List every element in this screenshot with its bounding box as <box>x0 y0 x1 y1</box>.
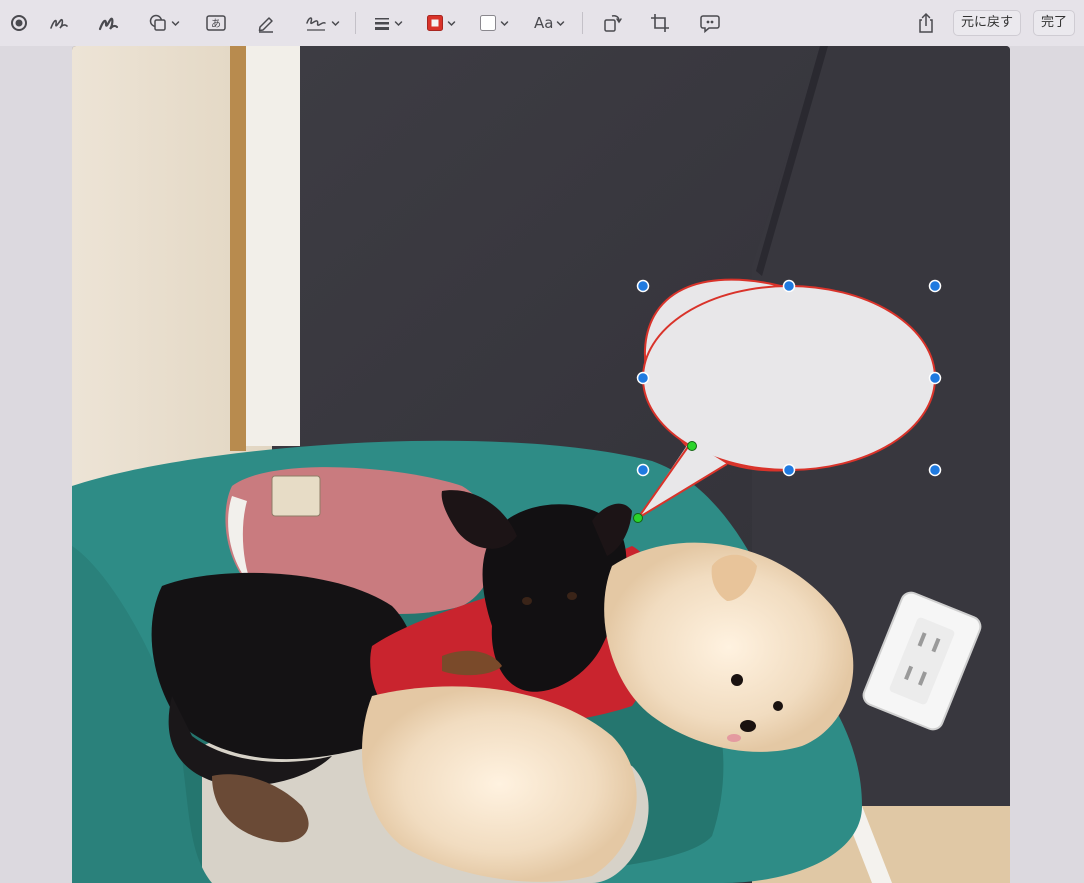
speech-bubble-icon <box>700 15 720 34</box>
tail-control-handle[interactable] <box>687 441 697 451</box>
crop-icon <box>651 14 669 32</box>
pomeranian-nose <box>740 720 756 732</box>
selection-handle-left[interactable] <box>636 371 650 385</box>
rotate-button[interactable] <box>601 8 623 38</box>
selection-handle-bottom-left[interactable] <box>636 463 650 477</box>
selection-handle-top-left[interactable] <box>636 279 650 293</box>
annotate-bubble-button[interactable] <box>699 8 721 38</box>
sweater-patch <box>271 475 321 517</box>
chevron-down-icon <box>394 20 403 26</box>
rotate-icon <box>604 15 622 32</box>
door-trim-wood <box>230 46 246 451</box>
share-button[interactable] <box>916 8 936 38</box>
chevron-down-icon <box>331 20 340 26</box>
share-icon <box>919 12 933 33</box>
pen-icon <box>258 17 273 33</box>
text-style-label: Aa <box>534 14 554 32</box>
undo-button[interactable]: 元に戻す <box>953 10 1022 36</box>
crop-button[interactable] <box>649 8 671 38</box>
image-canvas[interactable] <box>72 46 1010 883</box>
toolbar-separator <box>355 12 356 34</box>
door-trim-white <box>246 46 300 446</box>
fill-color-swatch-icon <box>480 15 496 31</box>
border-color-menu-button[interactable] <box>426 8 456 38</box>
chevron-down-icon <box>447 20 456 26</box>
black-dog-eye-right <box>567 592 577 600</box>
shapes-icon <box>149 14 166 31</box>
signature-menu-button[interactable] <box>304 8 340 38</box>
text-box-icon: あ <box>206 15 226 31</box>
selection-handle-top[interactable] <box>782 279 796 293</box>
line-style-menu-button[interactable] <box>373 8 403 38</box>
selection-handle-bottom[interactable] <box>782 463 796 477</box>
chevron-down-icon <box>171 20 180 26</box>
line-weight-icon <box>375 18 389 30</box>
fill-color-menu-button[interactable] <box>479 8 509 38</box>
markup-toolbar: あ Aa 元に戻す 完了 <box>0 0 1084 46</box>
record-button[interactable] <box>10 8 28 38</box>
shapes-menu-button[interactable] <box>148 8 180 38</box>
draw-icon <box>98 17 119 31</box>
chevron-down-icon <box>500 20 509 26</box>
draw-tool-button[interactable] <box>97 8 119 38</box>
selection-handle-bottom-right[interactable] <box>928 463 942 477</box>
speech-bubble-body <box>642 285 936 471</box>
record-icon <box>11 15 27 31</box>
chevron-down-icon <box>557 20 565 26</box>
sketch-tool-button[interactable] <box>48 8 70 38</box>
pomeranian-eye-right <box>773 701 783 711</box>
photo <box>72 46 1010 883</box>
sketch-icon <box>50 18 68 29</box>
selection-handle-right[interactable] <box>928 371 942 385</box>
text-style-menu-button[interactable]: Aa <box>534 8 565 38</box>
tail-tip-handle[interactable] <box>633 513 643 523</box>
text-tool-glyph: あ <box>211 18 221 30</box>
toolbar-separator <box>582 12 583 34</box>
selection-handle-top-right[interactable] <box>928 279 942 293</box>
text-tool-button[interactable]: あ <box>205 8 227 38</box>
done-button[interactable]: 完了 <box>1033 10 1076 36</box>
pomeranian-eye-left <box>731 674 743 686</box>
border-color-swatch-icon <box>427 15 443 31</box>
highlight-tool-button[interactable] <box>255 8 277 38</box>
signature-icon <box>306 17 326 31</box>
black-dog-eye-left <box>522 597 532 605</box>
pomeranian-tongue <box>727 734 741 742</box>
